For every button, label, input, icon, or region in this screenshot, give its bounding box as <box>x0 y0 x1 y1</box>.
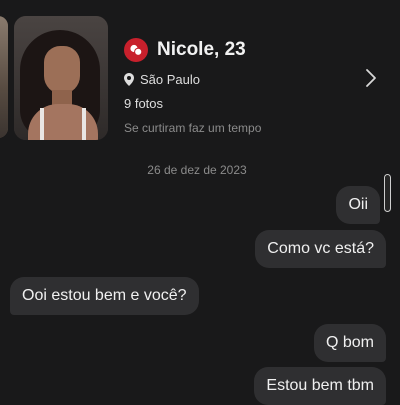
chat-date-separator: 26 de dez de 2023 <box>147 163 247 177</box>
photo-strap-right <box>82 108 86 140</box>
message-bubble-received[interactable]: Ooi estou bem e você? <box>10 277 199 315</box>
liked-timestamp: Se curtiram faz um tempo <box>124 121 262 135</box>
message-bubble-sent[interactable]: Como vc está? <box>255 230 386 268</box>
profile-location-row: São Paulo <box>124 72 200 87</box>
profile-name-row: Nicole, 23 <box>124 38 246 62</box>
message-bubble-sent[interactable]: Estou bem tbm <box>254 367 386 405</box>
match-badge-icon <box>124 38 148 62</box>
message-bubble-sent[interactable]: Q bom <box>313 324 386 362</box>
photo-face <box>44 46 80 94</box>
previous-profile-photo[interactable] <box>0 16 8 138</box>
scrollbar-thumb[interactable] <box>384 174 391 212</box>
location-pin-icon <box>124 73 134 86</box>
profile-location: São Paulo <box>140 72 200 87</box>
chevron-right-icon[interactable] <box>364 68 378 88</box>
profile-photo-count: 9 fotos <box>124 96 164 111</box>
profile-name: Nicole, 23 <box>157 39 246 60</box>
message-bubble-sent[interactable]: Oii <box>336 186 380 224</box>
photo-strap-left <box>40 108 44 140</box>
profile-photo[interactable] <box>14 16 108 140</box>
